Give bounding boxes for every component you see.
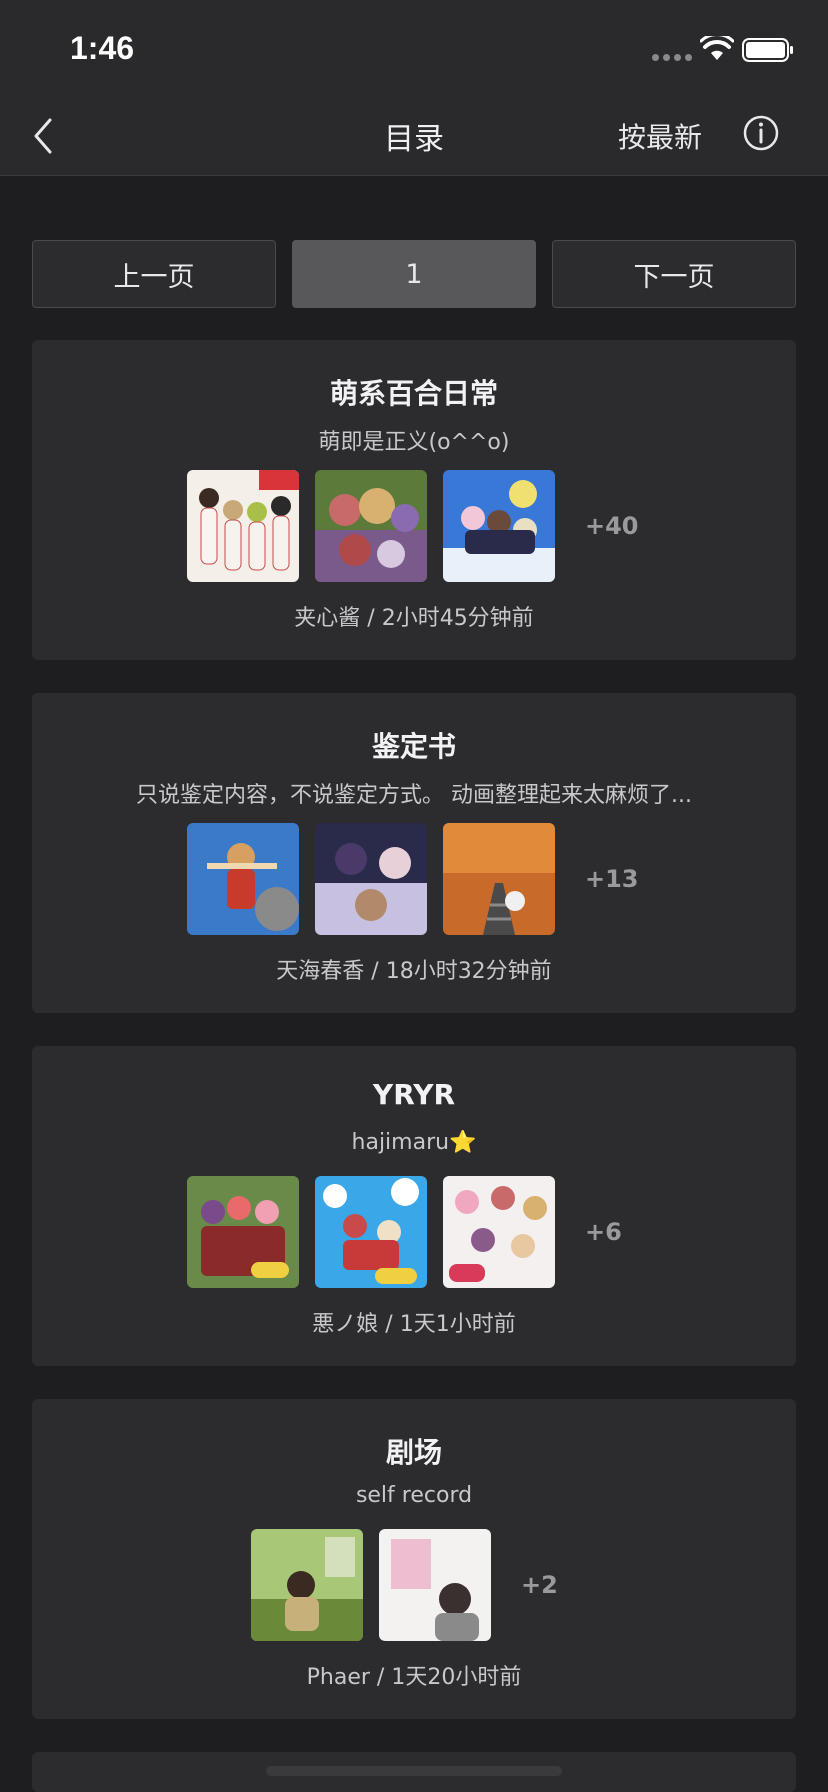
- prev-page-button[interactable]: 上一页: [32, 240, 276, 308]
- navigation-bar: 目录 按最新: [0, 96, 828, 176]
- card-title: 剧场: [385, 1436, 442, 1469]
- more-count: +40: [585, 512, 639, 540]
- cover-thumbnail[interactable]: [443, 1176, 555, 1288]
- cover-thumbnail[interactable]: [187, 823, 299, 935]
- card-description: 只说鉴定内容，不说鉴定方式。 动画整理起来太麻烦了...: [136, 783, 692, 808]
- cover-thumbnail[interactable]: [443, 470, 555, 582]
- card-meta: 悪ノ娘 / 1天1小时前: [312, 1312, 516, 1337]
- cover-thumbnail[interactable]: [315, 470, 427, 582]
- sort-button[interactable]: 按最新: [618, 116, 702, 156]
- home-indicator: [266, 1766, 562, 1776]
- card-thumbnails: +2: [32, 1529, 796, 1641]
- more-count: +2: [521, 1571, 558, 1599]
- catalog-card[interactable]: 萌系百合日常 萌即是正义(o^^o) +40 夹心酱 / 2小时45分钟前: [32, 340, 796, 660]
- cover-thumbnail[interactable]: [251, 1529, 363, 1641]
- card-thumbnails: +40: [32, 470, 796, 582]
- catalog-card[interactable]: 鉴定书 只说鉴定内容，不说鉴定方式。 动画整理起来太麻烦了... +13 天海春…: [32, 693, 796, 1013]
- cellular-signal-icon: [652, 54, 692, 61]
- more-count: +13: [585, 865, 639, 893]
- card-meta: 天海春香 / 18小时32分钟前: [276, 959, 552, 984]
- cover-thumbnail[interactable]: [315, 823, 427, 935]
- wifi-icon: [700, 36, 734, 60]
- card-thumbnails: +6: [32, 1176, 796, 1288]
- card-description: hajimaru⭐: [351, 1130, 477, 1155]
- card-thumbnails: +13: [32, 823, 796, 935]
- info-icon[interactable]: [742, 114, 780, 152]
- current-page-button[interactable]: 1: [292, 240, 536, 308]
- status-bar: 1:46: [0, 0, 828, 96]
- card-meta: Phaer / 1天20小时前: [306, 1665, 522, 1690]
- next-page-button[interactable]: 下一页: [552, 240, 796, 308]
- cover-thumbnail[interactable]: [379, 1529, 491, 1641]
- cover-thumbnail[interactable]: [443, 823, 555, 935]
- battery-icon: [742, 38, 793, 62]
- cover-thumbnail[interactable]: [187, 470, 299, 582]
- cover-thumbnail[interactable]: [315, 1176, 427, 1288]
- card-description: 萌即是正义(o^^o): [318, 430, 510, 455]
- cover-thumbnail[interactable]: [187, 1176, 299, 1288]
- status-time: 1:46: [70, 30, 135, 66]
- card-meta: 夹心酱 / 2小时45分钟前: [294, 606, 534, 631]
- card-title: 鉴定书: [371, 730, 456, 763]
- more-count: +6: [585, 1218, 622, 1246]
- card-title: 萌系百合日常: [329, 377, 498, 410]
- catalog-card[interactable]: 剧场 self record +2 Phaer / 1天20小时前: [32, 1399, 796, 1719]
- card-title: YRYR: [372, 1078, 456, 1111]
- pagination: 上一页 1 下一页: [32, 240, 796, 308]
- card-description: self record: [355, 1483, 473, 1508]
- page-title: 目录: [384, 122, 444, 157]
- catalog-card[interactable]: YRYR hajimaru⭐ +6 悪ノ娘 / 1天1小时前: [32, 1046, 796, 1366]
